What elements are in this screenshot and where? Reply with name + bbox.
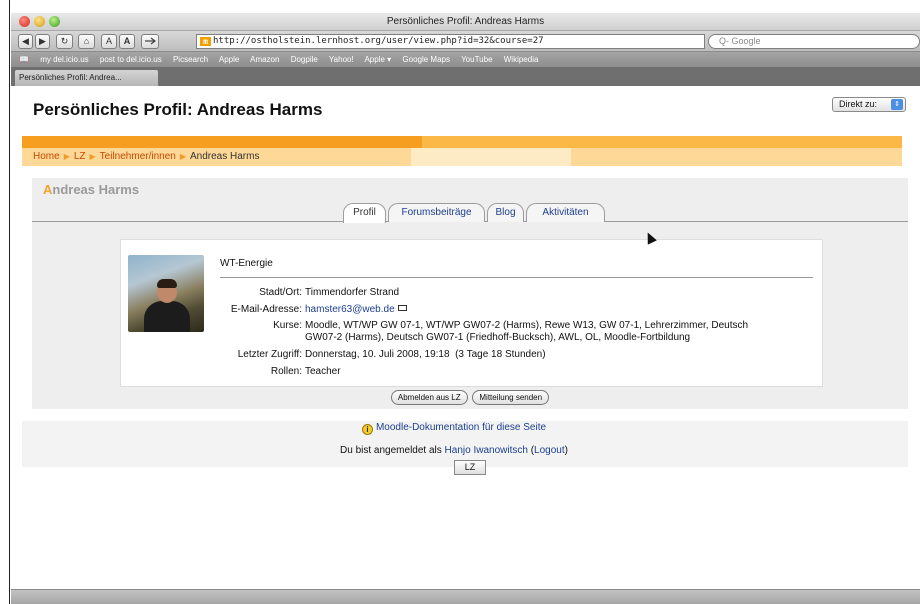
page-content: Persönliches Profil: Andreas Harms Direk… [11,86,920,589]
jump-to-label: Direkt zu: [839,99,878,109]
logged-user-link[interactable]: Hanjo Iwanowitsch [445,445,528,456]
bookmark-item[interactable]: Apple ▾ [364,55,391,64]
address-bar[interactable]: m http://ostholstein.lernhost.org/user/v… [196,34,705,49]
header-stripe-dark [22,136,422,148]
bookmark-item[interactable]: my del.icio.us [40,55,88,64]
login-prefix: Du bist angemeldet als [340,445,442,456]
logout-link[interactable]: Logout [534,445,565,456]
browser-status-bar [11,589,920,604]
bookmark-item[interactable]: post to del.icio.us [100,55,162,64]
email-label: E-Mail-Adresse: [230,304,302,315]
text-bigger-button[interactable]: A [119,34,135,49]
bookmark-item[interactable]: Amazon [250,55,279,64]
text-smaller-button[interactable]: A [101,34,117,49]
snapback-icon[interactable] [141,34,159,49]
breadcrumb-arrow-icon: ▶ [63,152,70,161]
tab-blog[interactable]: Blog [487,203,524,222]
search-input[interactable]: Q- Google [708,34,920,49]
bookmark-item[interactable]: Wikipedia [504,55,539,64]
profile-actions: Abmelden aus LZ Mitteilung senden [32,390,908,405]
bookmark-item[interactable]: Dogpile [291,55,318,64]
breadcrumb-current: Andreas Harms [190,151,260,162]
profile-tabs: Profil Forumsbeiträge Blog Aktivitäten [32,202,908,223]
breadcrumb: Home ▶ LZ ▶ Teilnehmer/innen ▶ Andreas Harms [33,151,259,162]
courses-list-line1[interactable]: Moodle, WT/WP GW 07-1, WT/WP GW07-2 (Har… [305,320,748,332]
user-heading-rest: ndreas Harms [52,182,140,197]
divider [220,277,813,278]
bookmark-item[interactable]: Google Maps [402,55,450,64]
bookmark-item[interactable]: Apple [219,55,239,64]
snapback-glyph-icon [145,37,156,45]
moodle-docs-link[interactable]: Moodle-Dokumentation für diese Seite [376,422,546,433]
profile-panel: Andreas Harms Profil Forumsbeiträge Blog… [32,178,908,409]
browser-toolbar: ◀ ▶ ↻ ⌂ A A m http://ostholstein.lernhos… [11,31,920,52]
info-icon: i [361,424,373,435]
roles-value[interactable]: Teacher [305,366,341,378]
user-heading-initial: A [43,182,53,197]
breadcrumb-participants[interactable]: Teilnehmer/innen [100,151,176,162]
last-access-value: Donnerstag, 10. Juli 2008, 19:18 (3 Tage… [305,349,546,360]
email-value-wrap: hamster63@web.de [305,304,407,316]
navbar-highlight [411,148,571,166]
user-avatar [128,255,204,332]
moodle-docs-link-wrap: i Moodle-Dokumentation für diese Seite [11,422,897,435]
course-home-button[interactable]: LZ [454,460,486,475]
url-text: http://ostholstein.lernhost.org/user/vie… [213,36,544,46]
bookmark-item[interactable]: YouTube [461,55,492,64]
browser-tab[interactable]: Persönliches Profil: Andrea... [15,70,158,86]
unenrol-button[interactable]: Abmelden aus LZ [390,390,468,405]
home-icon[interactable]: ⌂ [78,34,95,49]
page-title: Persönliches Profil: Andreas Harms [33,100,323,119]
roles-label: Rollen: [270,366,302,377]
breadcrumb-home[interactable]: Home [33,151,60,162]
courses-label: Kurse: [273,320,302,331]
browser-tab-bar: Persönliches Profil: Andrea... [11,67,920,86]
bookmarks-bar: 📖 my del.icio.us post to del.icio.us Pic… [11,52,920,67]
bookmark-item[interactable]: Yahoo! [329,55,354,64]
updown-arrow-icon: ⇕ [891,99,903,110]
city-value: Timmendorfer Strand [305,287,400,298]
favicon-icon: m [200,37,211,46]
breadcrumb-course[interactable]: LZ [74,151,86,162]
tab-aktivitaeten[interactable]: Aktivitäten [526,203,605,222]
window-left-edge [0,0,10,604]
city-label: Stadt/Ort: [259,287,302,298]
avatar-hair [157,279,177,288]
back-arrow-icon[interactable]: ◀ [18,34,33,49]
last-access-label: Letzter Zugriff: [237,349,302,360]
window-title: Persönliches Profil: Andreas Harms [386,16,545,27]
forward-arrow-icon[interactable]: ▶ [35,34,50,49]
tab-forumsbeitraege[interactable]: Forumsbeiträge [388,203,485,222]
avatar-body [144,301,190,332]
profile-description: WT-Energie [220,258,273,269]
breadcrumb-arrow-icon: ▶ [179,152,186,161]
bookmarks-book-icon[interactable]: 📖 [19,55,29,64]
breadcrumb-arrow-icon: ▶ [89,152,96,161]
window-titlebar: Persönliches Profil: Andreas Harms [11,13,920,31]
login-info: Du bist angemeldet als Hanjo Iwanowitsch… [340,445,568,456]
profile-card: WT-Energie Stadt/Ort: Timmendorfer Stran… [120,239,823,387]
email-link[interactable]: hamster63@web.de [305,304,395,315]
send-message-button[interactable]: Mitteilung senden [472,390,550,405]
user-heading: Andreas Harms [43,182,139,197]
envelope-icon[interactable] [397,305,407,311]
bookmark-item[interactable]: Picsearch [173,55,208,64]
tab-profil[interactable]: Profil [343,203,386,223]
reload-icon[interactable]: ↻ [56,34,73,49]
courses-list-line2[interactable]: GW07-2 (Harms), Deutsch GW07-1 (Friedhof… [305,332,690,344]
jump-to-select[interactable]: Direkt zu: ⇕ [832,97,906,112]
